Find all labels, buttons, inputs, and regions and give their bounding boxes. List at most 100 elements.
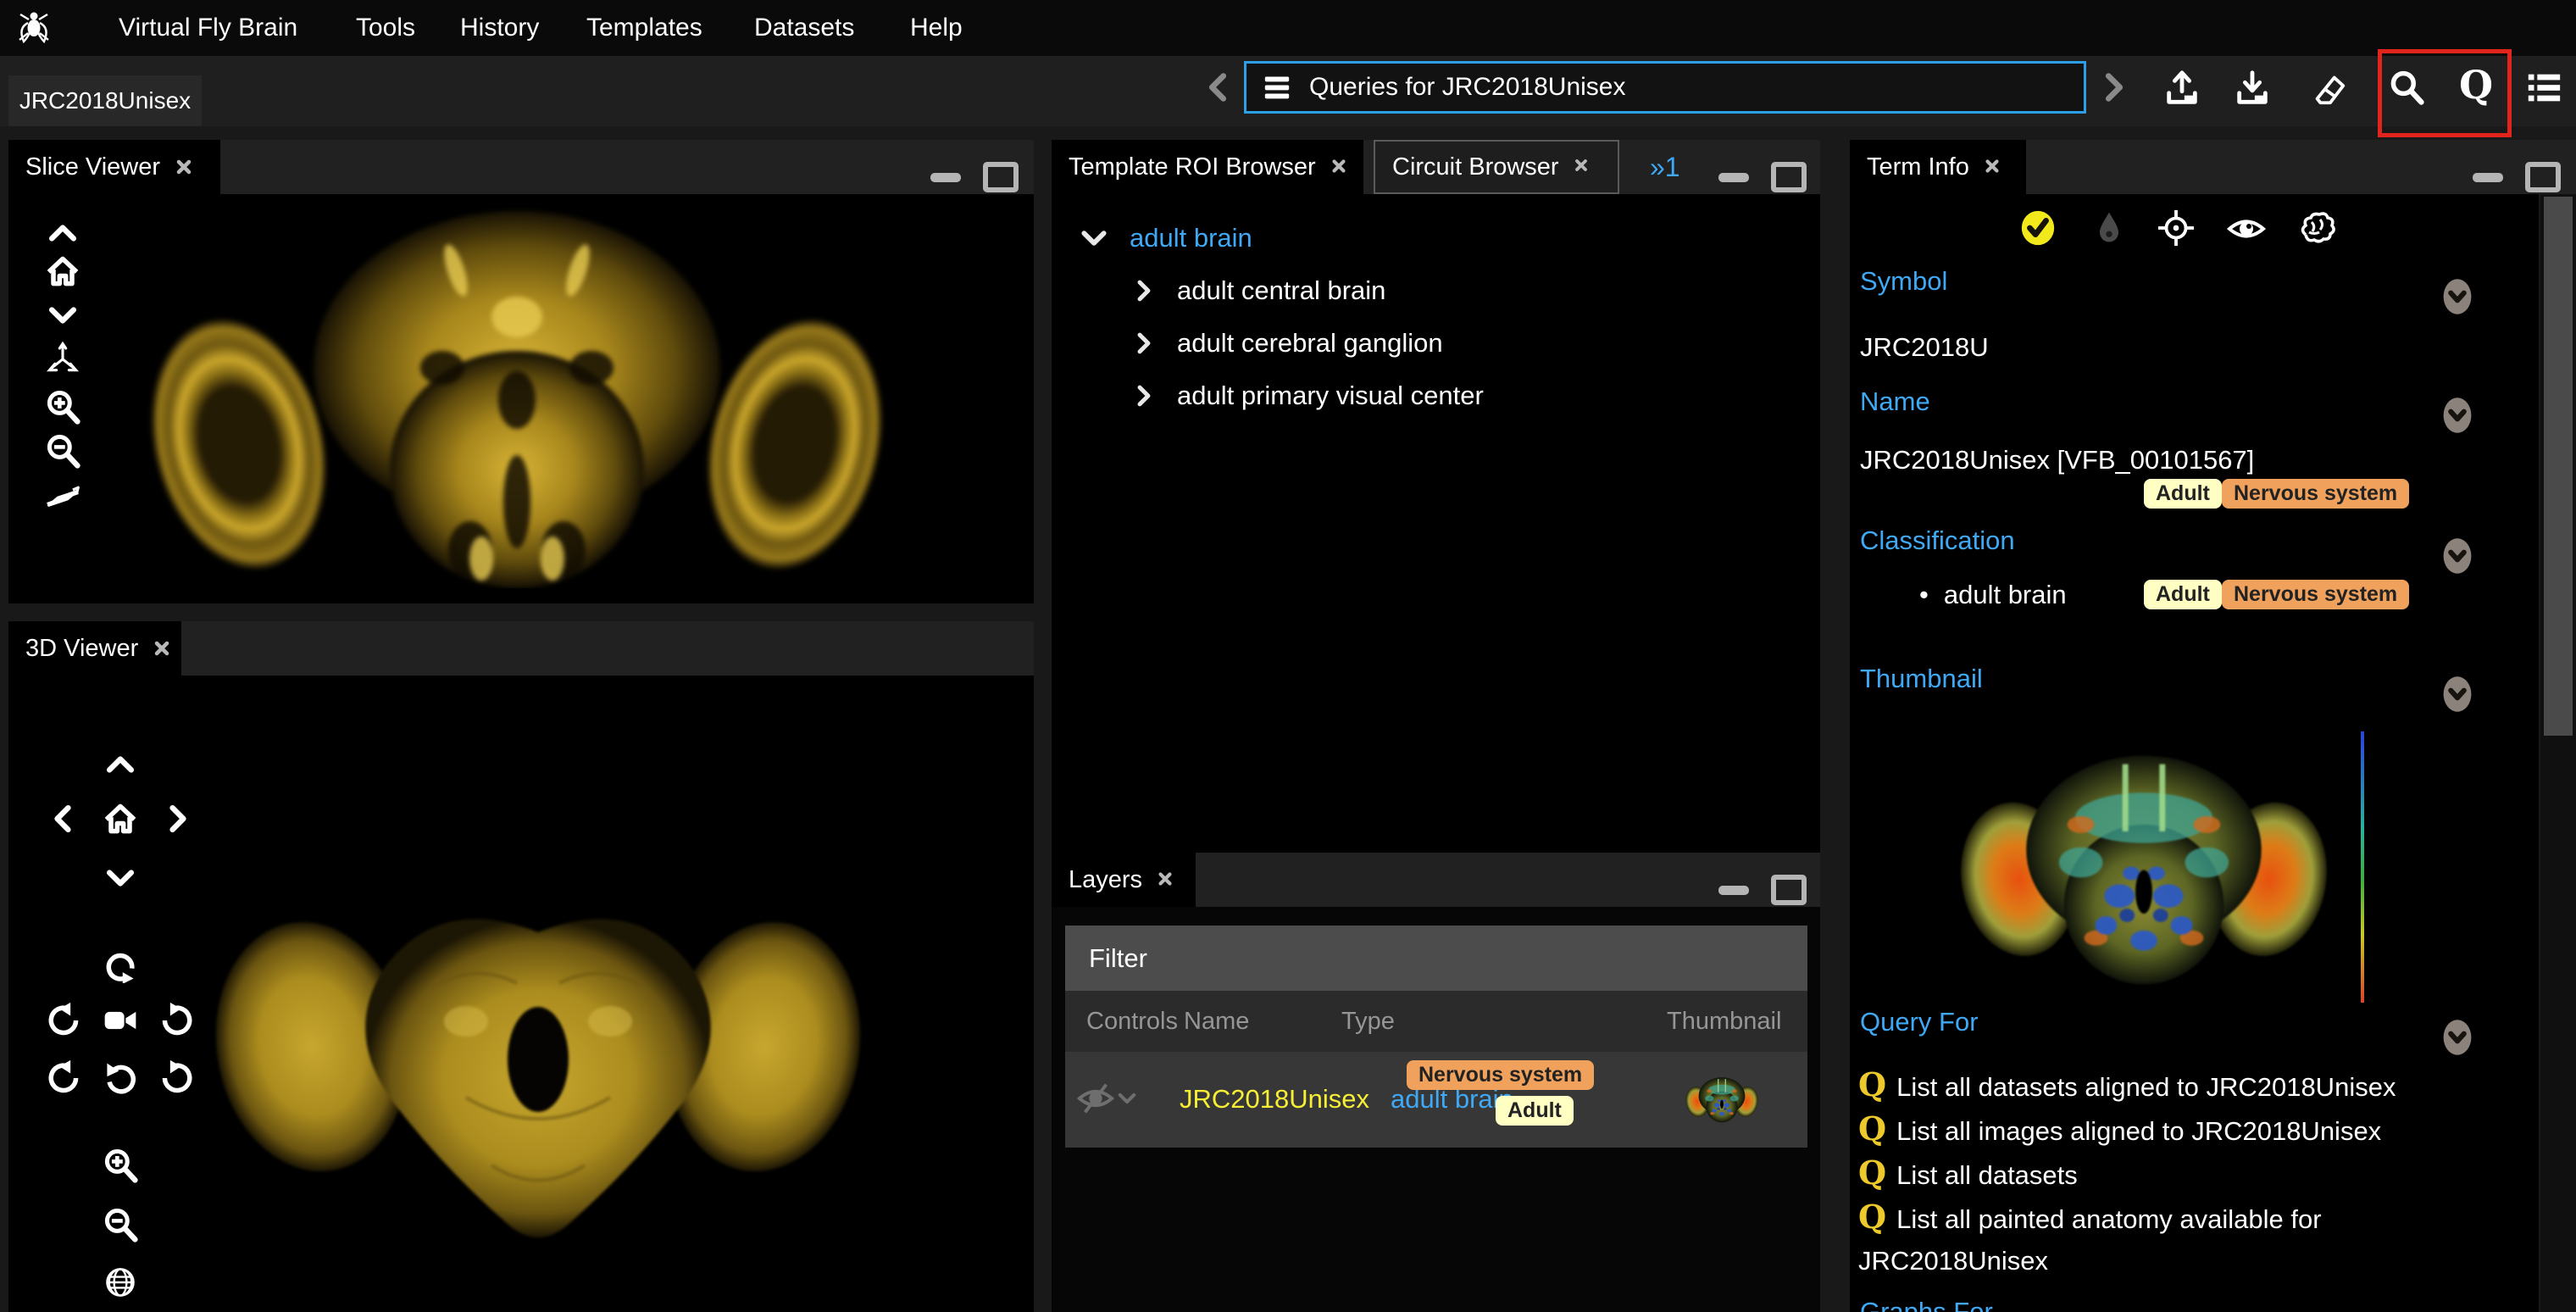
tab-template-roi-browser[interactable]: Template ROI Browser <box>1052 140 1363 194</box>
3d-rotate-loop-icon[interactable] <box>102 946 139 983</box>
tree-node-adult-central-brain[interactable]: adult central brain <box>1130 275 1385 306</box>
chevron-down-icon[interactable] <box>1077 221 1111 255</box>
tree-node-label[interactable]: adult primary visual center <box>1177 381 1484 411</box>
tab-layers[interactable]: Layers <box>1052 853 1196 907</box>
search-bar[interactable]: Queries for JRC2018Unisex <box>1244 61 2086 114</box>
3d-home-icon[interactable] <box>102 800 139 837</box>
classification-collapse-icon[interactable] <box>2441 536 2473 575</box>
3d-rotate-cw-icon[interactable] <box>159 1002 197 1039</box>
slice-zoom-in-icon[interactable] <box>44 388 81 425</box>
layers-filter-input[interactable]: Filter <box>1065 926 1807 991</box>
menu-help[interactable]: Help <box>910 14 963 42</box>
tab-overflow-indicator[interactable]: »1 <box>1650 152 1680 183</box>
term-visibility-eye-icon[interactable] <box>2226 208 2267 249</box>
name-collapse-icon[interactable] <box>2441 396 2473 435</box>
tree-node-label[interactable]: adult cerebral ganglion <box>1177 328 1443 359</box>
tab-3d-viewer[interactable]: 3D Viewer <box>8 621 181 675</box>
3d-viewer-canvas[interactable] <box>8 675 1034 1312</box>
term-info-window-buttons <box>2473 162 2561 192</box>
tree-node-label[interactable]: adult central brain <box>1177 275 1385 306</box>
3d-rotate-ccw-icon[interactable] <box>44 1002 81 1039</box>
slice-zoom-out-icon[interactable] <box>44 432 81 470</box>
query-link[interactable]: QList all datasets <box>1858 1152 2451 1196</box>
3d-pan-left-icon[interactable] <box>44 800 81 837</box>
3d-roll-ccw-icon[interactable] <box>44 1059 81 1097</box>
3d-globe-icon[interactable] <box>102 1264 139 1301</box>
3d-roll-cw-icon[interactable] <box>159 1059 197 1097</box>
q-icon: Q <box>1858 1198 1886 1236</box>
3d-zoom-out-icon[interactable] <box>102 1206 139 1243</box>
tree-node-adult-cerebral-ganglion[interactable]: adult cerebral ganglion <box>1130 328 1443 359</box>
badge-nervous-system: Nervous system <box>1407 1060 1594 1090</box>
maximize-icon[interactable] <box>983 162 1019 192</box>
layer-name-link[interactable]: JRC2018Unisex <box>1180 1084 1369 1115</box>
3d-pan-up-icon[interactable] <box>102 746 139 783</box>
term-locate-crosshair-icon[interactable] <box>2157 208 2196 247</box>
close-icon[interactable] <box>1330 157 1348 177</box>
tab-circuit-browser[interactable]: Circuit Browser <box>1374 140 1619 194</box>
scrollbar-thumb[interactable] <box>2544 197 2573 736</box>
upload-button[interactable] <box>2162 68 2202 108</box>
vfb-fly-logo-icon[interactable] <box>14 8 54 48</box>
graphs-for-heading: Graphs For <box>1860 1297 1993 1312</box>
thumbnail-collapse-icon[interactable] <box>2441 675 2473 714</box>
menu-virtual-fly-brain[interactable]: Virtual Fly Brain <box>119 14 297 42</box>
minimize-icon[interactable] <box>1718 173 1749 182</box>
search-back-icon[interactable] <box>1198 68 1237 107</box>
menu-tools[interactable]: Tools <box>356 14 415 42</box>
slice-plane-toggle-icon[interactable] <box>44 480 81 517</box>
query-for-collapse-icon[interactable] <box>2441 1018 2473 1057</box>
menu-datasets[interactable]: Datasets <box>754 14 854 42</box>
query-link[interactable]: QList all images aligned to JRC2018Unise… <box>1858 1108 2451 1152</box>
slice-axes-icon[interactable] <box>44 339 81 376</box>
search-input[interactable]: Queries for JRC2018Unisex <box>1309 73 1626 102</box>
minimize-icon[interactable] <box>1718 886 1749 895</box>
3d-pan-right-icon[interactable] <box>159 800 197 837</box>
close-icon[interactable] <box>1156 870 1176 890</box>
menu-history[interactable]: History <box>460 14 539 42</box>
term-brain-icon[interactable] <box>2296 208 2336 249</box>
chevron-right-icon[interactable] <box>1130 381 1158 410</box>
close-icon[interactable] <box>174 157 194 177</box>
search-forward-icon[interactable] <box>2095 68 2134 107</box>
results-list-button[interactable] <box>2523 68 2564 108</box>
roi-browser-title: Template ROI Browser <box>1069 153 1316 181</box>
layers-table-row[interactable]: JRC2018Unisex adult brain Nervous system… <box>1065 1052 1807 1148</box>
tree-node-label[interactable]: adult brain <box>1130 223 1252 253</box>
query-link[interactable]: QList all painted anatomy available for … <box>1858 1196 2451 1281</box>
slice-viewer-canvas[interactable] <box>8 194 1034 603</box>
close-icon[interactable] <box>1983 157 2003 177</box>
3d-pan-down-icon[interactable] <box>102 859 139 897</box>
tree-node-adult-primary-visual-center[interactable]: adult primary visual center <box>1130 381 1484 411</box>
slice-up-icon[interactable] <box>44 214 81 252</box>
symbol-collapse-icon[interactable] <box>2441 277 2473 316</box>
term-selected-check-icon[interactable] <box>2018 208 2057 247</box>
page-tab-jrc2018unisex[interactable]: JRC2018Unisex <box>8 75 202 126</box>
term-color-droplet-icon[interactable] <box>2090 208 2128 246</box>
tree-node-adult-brain[interactable]: adult brain <box>1077 221 1252 255</box>
query-link[interactable]: QList all datasets aligned to JRC2018Uni… <box>1858 1064 2451 1108</box>
chevron-right-icon[interactable] <box>1130 329 1158 358</box>
close-icon[interactable] <box>152 638 172 659</box>
3d-camera-icon[interactable] <box>102 1002 139 1039</box>
tab-term-info[interactable]: Term Info <box>1850 140 2026 194</box>
minimize-icon[interactable] <box>930 173 961 182</box>
term-info-scrollbar[interactable] <box>2540 194 2576 1312</box>
menu-templates[interactable]: Templates <box>586 14 702 42</box>
slice-home-icon[interactable] <box>44 253 81 290</box>
close-icon[interactable] <box>1573 157 1593 177</box>
maximize-icon[interactable] <box>1771 162 1807 192</box>
tab-slice-viewer[interactable]: Slice Viewer <box>8 140 220 194</box>
layer-visibility-toggle[interactable] <box>1076 1079 1139 1118</box>
minimize-icon[interactable] <box>2473 173 2503 182</box>
slice-down-icon[interactable] <box>44 297 81 334</box>
chevron-right-icon[interactable] <box>1130 276 1158 305</box>
3d-reset-rotation-icon[interactable] <box>102 1059 139 1097</box>
clear-eraser-button[interactable] <box>2308 68 2349 108</box>
3d-zoom-in-icon[interactable] <box>102 1147 139 1184</box>
query-menu-icon[interactable] <box>1260 70 1294 104</box>
maximize-icon[interactable] <box>1771 875 1807 905</box>
maximize-icon[interactable] <box>2525 162 2561 192</box>
download-button[interactable] <box>2232 68 2273 108</box>
layers-body: Filter Controls Name Type Thumbnail JRC2… <box>1052 907 1820 1312</box>
